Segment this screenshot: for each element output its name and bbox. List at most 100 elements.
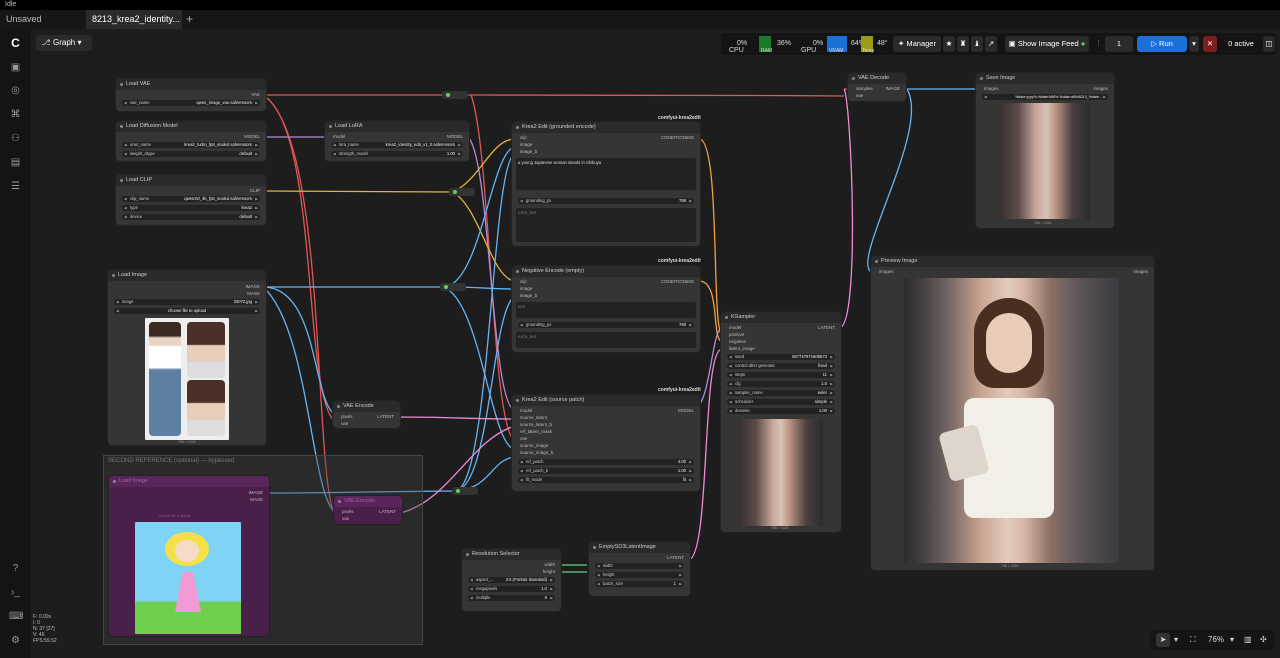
- input-source-latent-b[interactable]: source_latent_b: [520, 422, 552, 428]
- model-library-icon[interactable]: ◎: [9, 84, 22, 97]
- output-conditioning[interactable]: CONDITIONING: [661, 135, 694, 141]
- toggle-panel-icon[interactable]: ◫: [1263, 36, 1275, 52]
- pointer-tool-icon[interactable]: ➤: [1156, 633, 1170, 647]
- nodes-map-icon[interactable]: ♜: [957, 36, 969, 52]
- node-vae-encode[interactable]: VAE Encode pixels vae LATENT: [333, 401, 400, 428]
- output-image[interactable]: IMAGE: [245, 284, 260, 290]
- extra-text-textarea[interactable]: extra_text: [516, 332, 696, 348]
- output-width[interactable]: width: [544, 562, 555, 568]
- node-vae-decode[interactable]: VAE Decode samples vae IMAGE: [848, 73, 906, 101]
- manager-button[interactable]: ✦ Manager: [893, 36, 941, 52]
- widget-vae-name[interactable]: vae_name qwen_image_vae.safetensors: [122, 100, 260, 106]
- chevron-down-icon[interactable]: ▾: [1174, 630, 1178, 650]
- input-source-latent[interactable]: source_latent: [520, 415, 547, 421]
- extra-text-textarea[interactable]: extra_text: [516, 208, 696, 242]
- run-options-chevron-icon[interactable]: ▾: [1189, 36, 1199, 52]
- input-image-b[interactable]: image_b: [520, 293, 537, 299]
- reroute-clip[interactable]: [449, 188, 475, 196]
- input-model[interactable]: model: [333, 134, 345, 140]
- terminal-icon[interactable]: ›_: [9, 586, 22, 599]
- input-source-image-b[interactable]: source_image_b: [520, 450, 553, 456]
- widget-seed[interactable]: seed 597747971608573: [727, 354, 835, 360]
- input-image[interactable]: image: [520, 142, 532, 148]
- widget-strength-model[interactable]: strength_model 1.00: [331, 151, 463, 157]
- upload-button[interactable]: choose file to upload: [114, 308, 260, 314]
- input-image[interactable]: image: [520, 286, 532, 292]
- widget-multiple[interactable]: multiple 8: [468, 595, 555, 601]
- widget-control-after-generate[interactable]: control after generate fixed: [727, 363, 835, 369]
- input-model[interactable]: model: [729, 325, 741, 331]
- widget-megapixels[interactable]: megapixels 1.0: [468, 586, 555, 592]
- output-image[interactable]: IMAGE: [885, 86, 900, 92]
- puzzle-icon[interactable]: ♝: [971, 36, 983, 52]
- zoom-level[interactable]: 76%: [1208, 630, 1224, 650]
- add-tab-button[interactable]: +: [184, 10, 198, 29]
- input-positive[interactable]: positive: [729, 332, 744, 338]
- widget-type[interactable]: type krea2: [122, 205, 260, 211]
- output-image[interactable]: IMAGE: [248, 490, 263, 496]
- widget-steps[interactable]: steps 11: [727, 372, 835, 378]
- node-load-image[interactable]: Load Image IMAGE MASK image 33072.jpg cho…: [108, 270, 266, 445]
- input-samples[interactable]: samples: [856, 86, 873, 92]
- comfy-logo-icon[interactable]: C: [9, 37, 22, 50]
- node-resolution-selector[interactable]: Resolution Selector width height aspect_…: [462, 549, 561, 611]
- minimap-icon[interactable]: ▥: [1244, 630, 1252, 650]
- node-krea2-edit-grounded[interactable]: Krea2 Edit (grounded encode) clip image …: [512, 122, 700, 246]
- input-negative[interactable]: negative: [729, 339, 746, 345]
- input-pixels[interactable]: pixels: [342, 509, 354, 515]
- output-model[interactable]: MODEL: [678, 408, 694, 414]
- output-latent[interactable]: LATENT: [818, 325, 835, 331]
- widget-width[interactable]: width: [595, 563, 684, 569]
- output-model[interactable]: MODEL: [447, 134, 463, 140]
- node-load-image-bypassed[interactable]: Load Image IMAGE MASK choose file to upl…: [109, 476, 269, 636]
- link-visibility-icon[interactable]: ✣: [1260, 630, 1267, 650]
- output-mask[interactable]: MASK: [250, 497, 263, 503]
- node-krea2-edit-source-patch[interactable]: Krea2 Edit (source patch) model source_l…: [512, 395, 700, 491]
- graph-mode-button[interactable]: ⎇ Graph ▾: [36, 35, 92, 51]
- widget-denoise[interactable]: denoise 1.00: [727, 408, 835, 414]
- tab-krea2-identity[interactable]: 8213_krea2_identity...: [86, 10, 182, 41]
- input-pixels[interactable]: pixels: [341, 414, 353, 420]
- batch-count-input[interactable]: 1: [1105, 36, 1133, 52]
- negative-text-textarea[interactable]: text: [516, 302, 696, 318]
- node-preview-image[interactable]: Preview Image images images 768 × 1024: [871, 256, 1154, 570]
- widget-scheduler[interactable]: scheduler simple: [727, 399, 835, 405]
- widget-grounding-px[interactable]: grounding_px 768: [518, 198, 694, 204]
- input-images[interactable]: images: [984, 86, 999, 92]
- workflows-icon[interactable]: ⚇: [9, 132, 22, 145]
- widget-grounding-px[interactable]: grounding_px 768: [518, 322, 694, 328]
- fit-view-icon[interactable]: ⛶: [1190, 630, 1196, 650]
- widget-sampler-name[interactable]: sampler_name euler: [727, 390, 835, 396]
- node-load-clip[interactable]: Load CLIP CLIP clip_name qwen3vl_4b_fp8_s…: [116, 175, 266, 225]
- widget-lora-name[interactable]: lora_name krea2_identity_edit_v1_0.safete…: [331, 142, 463, 148]
- star-icon[interactable]: ★: [943, 36, 955, 52]
- share-icon[interactable]: ↗: [985, 36, 997, 52]
- graph-canvas[interactable]: ⎇ Graph ▾ 0% CPU 36% RAM 0% GPU 64% VRAM …: [31, 29, 1280, 658]
- reroute-vae[interactable]: [442, 91, 468, 99]
- input-vae[interactable]: vae: [856, 93, 863, 99]
- widget-clip-name[interactable]: clip_name qwen3vl_4b_fp8_scaled.safetenso…: [122, 196, 260, 202]
- widget-filename-prefix[interactable]: %date:yyyy%-%date:MM%-%date:dd%/8213_%da…: [982, 94, 1108, 100]
- node-empty-sd3-latent-image[interactable]: EmptySD3LatentImage LATENT width height …: [589, 542, 690, 596]
- input-clip[interactable]: clip: [520, 135, 527, 141]
- input-vae[interactable]: vae: [520, 436, 527, 442]
- node-library-icon[interactable]: ⌘: [9, 108, 22, 121]
- node-save-image[interactable]: Save Image images images %date:yyyy%-%da…: [976, 73, 1114, 228]
- input-ref-latent-mask[interactable]: ref_latent_mask: [520, 429, 552, 435]
- run-button[interactable]: ▷ Run: [1137, 36, 1187, 52]
- node-load-diffusion-model[interactable]: Load Diffusion Model MODEL unet_name krea…: [116, 121, 266, 161]
- input-source-image[interactable]: source_image: [520, 443, 548, 449]
- zoom-chevron-icon[interactable]: ▾: [1230, 630, 1234, 650]
- reroute-image-b[interactable]: [452, 487, 478, 495]
- tab-unsaved-workflow[interactable]: Unsaved Workflow: [0, 10, 86, 43]
- input-model[interactable]: model: [520, 408, 532, 414]
- widget-ref-patch-b[interactable]: ref_patch_b 1.00: [518, 468, 694, 474]
- prompt-textarea[interactable]: a young Japanese woman stands in Shibuya: [516, 158, 696, 190]
- widget-fit-mode[interactable]: fit_mode fit: [518, 477, 694, 483]
- node-load-lora[interactable]: Load LoRA model MODEL lora_name krea2_ide…: [325, 121, 469, 161]
- reroute-image[interactable]: [440, 283, 466, 291]
- cancel-run-icon[interactable]: ✕: [1203, 36, 1217, 52]
- show-image-feed-button[interactable]: ▣ Show Image Feed ●: [1005, 36, 1089, 52]
- active-queue-count[interactable]: 0 active: [1221, 36, 1261, 52]
- settings-gear-icon[interactable]: ⚙: [9, 634, 22, 647]
